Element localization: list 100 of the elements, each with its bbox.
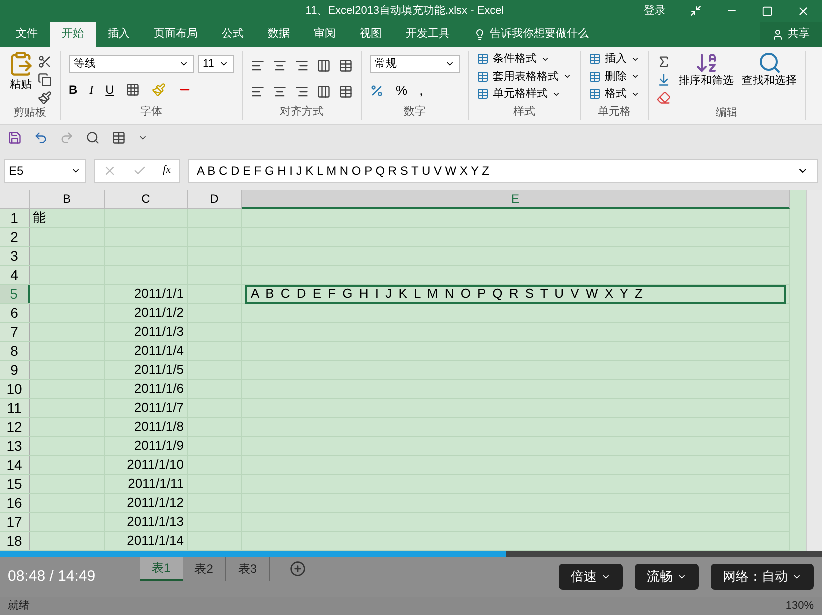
window-title: 11、Excel2013自动填充功能.xlsx - Excel bbox=[306, 4, 504, 19]
row-header[interactable]: 4 bbox=[0, 266, 30, 284]
row-header[interactable]: 6 bbox=[0, 304, 30, 322]
row-header[interactable]: 5 bbox=[0, 285, 30, 303]
status-text: 就绪 bbox=[8, 598, 30, 614]
name-box[interactable]: E5 bbox=[4, 158, 86, 182]
font-size-field[interactable]: 11 bbox=[198, 55, 234, 73]
sheet-tab[interactable]: 表3 bbox=[226, 557, 270, 581]
maximize-icon[interactable] bbox=[762, 6, 773, 16]
ribbon-menu-button[interactable]: 条件格式 bbox=[477, 51, 572, 68]
border-icon[interactable] bbox=[126, 83, 140, 97]
format-painter-icon[interactable] bbox=[38, 91, 52, 105]
row-header[interactable]: 11 bbox=[0, 399, 30, 417]
table-cell-text: 能 bbox=[33, 209, 46, 228]
table-icon bbox=[477, 88, 489, 100]
tell-me-field[interactable]: 告诉我你想要做什么 bbox=[462, 22, 601, 47]
add-sheet-icon[interactable] bbox=[290, 561, 306, 577]
sheet-tab[interactable]: 表2 bbox=[182, 557, 226, 581]
row-header[interactable]: 9 bbox=[0, 361, 30, 379]
group-label: 样式 bbox=[512, 104, 536, 120]
undo-icon[interactable] bbox=[34, 131, 48, 145]
ribbon-tab[interactable]: 公式 bbox=[210, 22, 256, 47]
table-cell-text: 2011/1/14 bbox=[127, 532, 184, 550]
row-header[interactable]: 3 bbox=[0, 247, 30, 265]
row-header[interactable]: 15 bbox=[0, 475, 30, 493]
group-label: 对齐方式 bbox=[279, 104, 325, 120]
table-cell-text: 2011/1/5 bbox=[134, 361, 184, 380]
font-style-button[interactable]: U bbox=[106, 81, 114, 99]
row-header[interactable]: 13 bbox=[0, 437, 30, 455]
copy-icon[interactable] bbox=[38, 73, 52, 87]
search-icon bbox=[758, 51, 782, 75]
close-icon[interactable] bbox=[797, 4, 810, 18]
sum-icon[interactable] bbox=[657, 55, 671, 69]
share-button[interactable]: 共享 bbox=[760, 22, 822, 47]
group-label: 单元格 bbox=[597, 104, 632, 120]
ribbon-large-button[interactable]: 排序和筛选 bbox=[679, 51, 734, 89]
table-cell-text: 2011/1/2 bbox=[134, 304, 184, 322]
table-cell-text: 2011/1/3 bbox=[134, 323, 184, 342]
row-header[interactable]: 14 bbox=[0, 456, 30, 474]
ribbon-menu-button[interactable]: 单元格样式 bbox=[477, 86, 572, 102]
ribbon-menu-button[interactable]: 删除 bbox=[589, 68, 640, 85]
lightbulb-icon bbox=[474, 28, 486, 40]
function-button[interactable]: fx bbox=[163, 162, 171, 179]
column-header[interactable]: D bbox=[188, 190, 242, 209]
ribbon-tab[interactable]: 数据 bbox=[256, 22, 302, 47]
ribbon-menu-button[interactable]: 插入 bbox=[589, 51, 640, 68]
print-preview-icon[interactable] bbox=[86, 131, 100, 145]
number-format-field[interactable]: 常规 bbox=[370, 55, 460, 73]
table-cell-text: 2011/1/11 bbox=[128, 475, 184, 494]
table-cell-text: 2011/1/4 bbox=[134, 342, 184, 360]
fill-icon[interactable] bbox=[657, 73, 671, 87]
formula-field[interactable]: A B C D E F G H I J K L M N O P Q R S T U V W X Y Z bbox=[188, 158, 818, 182]
vertical-scrollbar[interactable] bbox=[806, 190, 822, 551]
font-style-button[interactable]: B bbox=[69, 81, 78, 99]
paste-button[interactable]: 粘贴 bbox=[8, 51, 34, 94]
table-icon bbox=[477, 53, 489, 66]
row-header[interactable]: 8 bbox=[0, 342, 30, 360]
ribbon-tab[interactable]: 文件 bbox=[4, 22, 50, 47]
player-button[interactable]: 倍速 bbox=[559, 564, 623, 590]
row-header[interactable]: 18 bbox=[0, 532, 30, 550]
table-cell-text: 2011/1/6 bbox=[134, 380, 184, 398]
font-style-button[interactable]: I bbox=[90, 81, 94, 99]
cut-icon[interactable] bbox=[38, 55, 52, 69]
number-style-button[interactable]: % bbox=[396, 81, 408, 100]
column-header[interactable]: E bbox=[242, 190, 790, 209]
player-button[interactable]: 网络：自动 bbox=[711, 564, 814, 590]
row-header[interactable]: 16 bbox=[0, 494, 30, 512]
login-link[interactable]: 登录 bbox=[644, 2, 666, 20]
eraser-icon[interactable] bbox=[657, 91, 671, 105]
progress-track[interactable] bbox=[0, 551, 822, 557]
number-style-button[interactable]: , bbox=[420, 81, 424, 100]
ribbon-tab[interactable]: 页面布局 bbox=[142, 22, 210, 47]
column-header[interactable]: C bbox=[105, 190, 188, 209]
table-cell-text: 2011/1/1 bbox=[134, 285, 184, 304]
table-cell-text: 2011/1/7 bbox=[134, 399, 184, 418]
row-header[interactable]: 2 bbox=[0, 228, 30, 246]
ribbon-tab[interactable]: 审阅 bbox=[302, 22, 348, 47]
column-header[interactable]: B bbox=[30, 190, 105, 209]
group-label: 字体 bbox=[140, 104, 164, 120]
row-header[interactable]: 10 bbox=[0, 380, 30, 398]
row-header[interactable]: 7 bbox=[0, 323, 30, 341]
ribbon-display-icon[interactable] bbox=[690, 5, 702, 17]
ribbon-tab[interactable]: 视图 bbox=[348, 22, 394, 47]
zoom-level: 130% bbox=[786, 598, 814, 614]
font-name-field[interactable]: 等线 bbox=[69, 55, 194, 73]
table-icon bbox=[589, 88, 601, 100]
row-header[interactable]: 12 bbox=[0, 418, 30, 436]
ribbon-tab[interactable]: 开始 bbox=[50, 22, 96, 47]
save-icon[interactable] bbox=[8, 131, 22, 145]
player-button[interactable]: 流畅 bbox=[635, 564, 699, 590]
ribbon-menu-button[interactable]: 套用表格格式 bbox=[477, 68, 572, 85]
ribbon-large-button[interactable]: 查找和选择 bbox=[742, 51, 797, 89]
ribbon-tab[interactable]: 开发工具 bbox=[394, 22, 462, 47]
group-label: 编辑 bbox=[715, 106, 739, 121]
table-cell: A B C D E F G H I J K L M N O P Q R S T U V W X Y Z bbox=[245, 284, 786, 304]
row-header[interactable]: 1 bbox=[0, 209, 30, 227]
ribbon-tab[interactable]: 插入 bbox=[96, 22, 142, 47]
fill-color-icon[interactable] bbox=[152, 83, 166, 97]
row-header[interactable]: 17 bbox=[0, 513, 30, 531]
ribbon-menu-button[interactable]: 格式 bbox=[589, 86, 640, 102]
